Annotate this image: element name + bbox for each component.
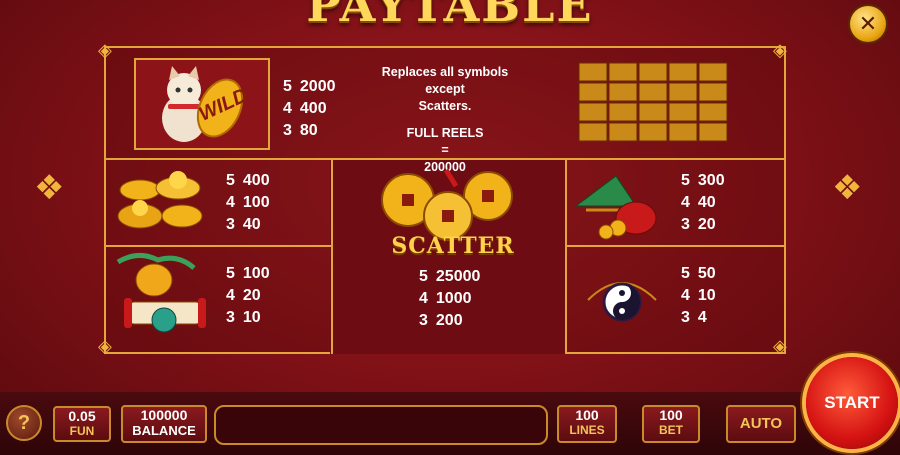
balance-value: 100000 — [140, 407, 188, 423]
pay-row: 4 400 — [283, 100, 327, 117]
full-reels-grid — [578, 62, 728, 142]
start-button[interactable]: START — [806, 357, 898, 449]
scatter-paytable: 5 25000 4 1000 3 200 — [419, 268, 481, 329]
pay-row: 3 80 — [283, 122, 318, 139]
corner-ornament: ◈ — [773, 336, 787, 357]
teapot-paytable: 5 100 4 20 3 10 — [226, 265, 270, 326]
bet-button[interactable]: 100 BET — [642, 405, 700, 443]
bet-label: BET — [659, 423, 683, 437]
close-button[interactable]: ✕ — [850, 6, 886, 42]
lines-button[interactable]: 100 LINES — [557, 405, 617, 443]
coin-value: 0.05 — [68, 408, 96, 424]
lines-label: LINES — [569, 423, 605, 437]
corner-ornament: ◈ — [98, 40, 112, 61]
right-knot-ornament: ❖ — [832, 168, 863, 208]
left-knot-ornament: ❖ — [34, 168, 65, 208]
balance-label: BALANCE — [132, 423, 196, 438]
coin-value-button[interactable]: 0.05 FUN — [53, 406, 111, 442]
auto-button[interactable]: AUTO — [726, 405, 796, 443]
coin-label: FUN — [69, 424, 95, 438]
yin-yang-icon — [587, 282, 657, 322]
divider — [331, 158, 333, 354]
wild-paytable: 5 2000 4 400 3 80 — [283, 76, 336, 142]
teapot-scroll-icon — [116, 253, 206, 333]
divider — [104, 245, 332, 247]
auto-label: AUTO — [739, 415, 783, 432]
fan-icon — [574, 175, 657, 240]
gold-paytable: 5 400 4 100 3 40 — [226, 172, 270, 233]
wild-grid-icon — [578, 62, 728, 142]
bet-value: 100 — [659, 407, 683, 423]
page-title: PAYTABLE — [306, 0, 594, 32]
corner-ornament: ◈ — [773, 40, 787, 61]
help-button[interactable]: ? — [6, 405, 42, 441]
pay-row: 5 2000 — [283, 78, 336, 95]
wild-symbol: WILD — [134, 58, 270, 150]
gold-ingot-icon — [117, 171, 203, 229]
balance-display: 100000 BALANCE — [121, 405, 207, 443]
help-icon: ? — [17, 411, 31, 434]
start-label: START — [824, 393, 880, 412]
message-bar — [214, 405, 548, 445]
yin-yang-paytable: 5 50 4 10 34 — [681, 265, 716, 326]
close-icon: ✕ — [858, 11, 878, 37]
coins-icon — [381, 168, 513, 241]
fan-paytable: 5 300 4 40 3 20 — [681, 172, 725, 233]
lines-value: 100 — [575, 407, 599, 423]
divider — [566, 245, 786, 247]
scatter-label: SCATTER — [391, 233, 515, 259]
wild-description: Replaces all symbols except Scatters. FU… — [381, 65, 509, 174]
